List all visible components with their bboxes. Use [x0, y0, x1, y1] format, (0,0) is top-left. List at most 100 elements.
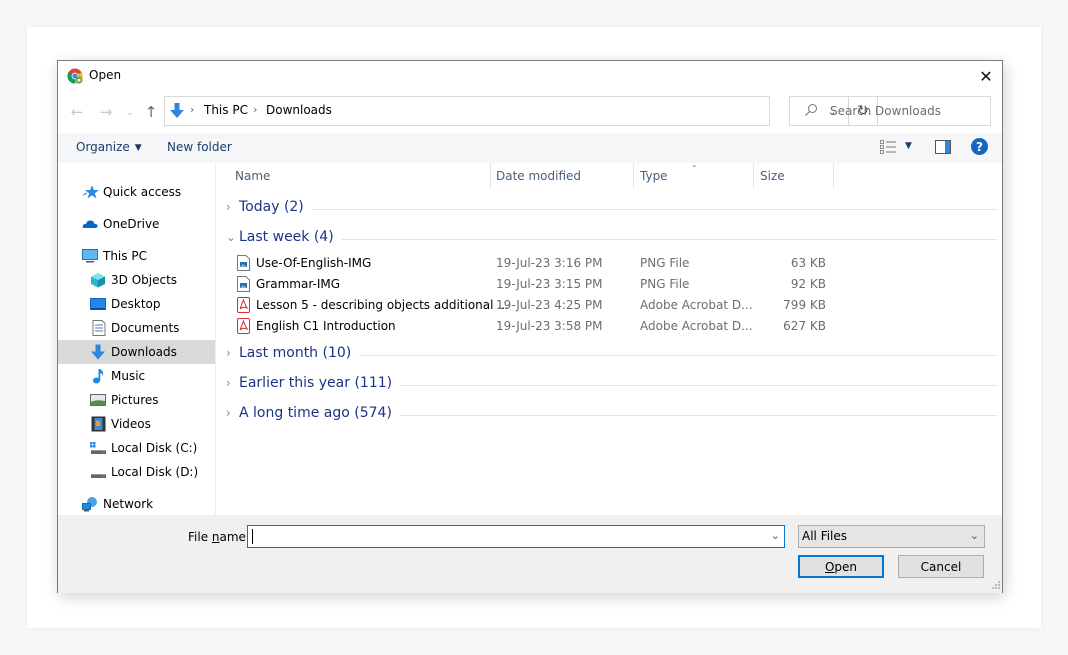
sidebar-item-onedrive[interactable]: OneDrive	[58, 212, 215, 236]
sidebar-item-pictures[interactable]: Pictures	[58, 388, 215, 412]
column-divider[interactable]	[633, 163, 634, 189]
view-options-caret-icon[interactable]: ▼	[905, 141, 912, 151]
organize-button[interactable]: Organize ▼	[76, 140, 142, 154]
command-bar: Organize ▼ New folder ▼ ?	[58, 133, 1002, 163]
column-header-size[interactable]: Size	[760, 169, 785, 195]
group-header-today[interactable]: › Today (2)	[217, 196, 997, 220]
sidebar-item-this-pc[interactable]: This PC	[58, 244, 215, 268]
recent-locations-button[interactable]: ⌄	[120, 102, 140, 122]
sidebar-item-network[interactable]: Network	[58, 492, 215, 516]
sidebar-label: Pictures	[111, 393, 159, 407]
sidebar-item-3d-objects[interactable]: 3D Objects	[58, 268, 215, 292]
group-header-long-time-ago[interactable]: › A long time ago (574)	[217, 402, 997, 426]
breadcrumb-this-pc[interactable]: This PC	[204, 103, 248, 117]
sidebar-label: Music	[111, 369, 146, 383]
column-header-name[interactable]: Name	[235, 169, 270, 195]
address-bar[interactable]: › This PC › Downloads ⌄ ↻	[164, 96, 878, 126]
sidebar-label: Local Disk (D:)	[111, 465, 199, 479]
sidebar-item-desktop[interactable]: Desktop	[58, 292, 215, 316]
star-icon	[83, 185, 99, 199]
group-divider	[239, 239, 997, 240]
column-divider[interactable]	[490, 163, 491, 189]
button-accelerator: O	[824, 559, 835, 574]
file-size: 799 KB	[783, 298, 826, 312]
column-divider[interactable]	[753, 163, 754, 189]
arrow-left-icon: ←	[70, 103, 84, 121]
file-row[interactable]: English C1 Introduction 19-Jul-23 3:58 P…	[217, 316, 997, 337]
column-header-type[interactable]: Type	[640, 169, 668, 195]
column-header-date-modified[interactable]: Date modified	[496, 169, 581, 195]
sidebar-item-documents[interactable]: Documents	[58, 316, 215, 340]
file-row[interactable]: Grammar-IMG 19-Jul-23 3:15 PM PNG File 9…	[217, 274, 997, 295]
open-file-dialog: Open ✕ ← → ⌄ ↑ › This PC › Downloads ⌄ ↻…	[57, 60, 1003, 593]
preview-pane-icon[interactable]	[935, 140, 951, 154]
file-row[interactable]: Use-Of-English-IMG 19-Jul-23 3:16 PM PNG…	[217, 253, 997, 274]
file-type: Adobe Acrobat D...	[640, 298, 753, 312]
group-label: A long time ago (574)	[239, 405, 400, 421]
sidebar-label: OneDrive	[103, 217, 160, 231]
sidebar-label: Quick access	[103, 185, 182, 199]
navigation-pane: Quick access OneDrive This PC 3D Objects…	[58, 163, 216, 515]
view-options-icon[interactable]	[880, 140, 896, 154]
group-label: Last week (4)	[239, 229, 342, 245]
new-folder-button[interactable]: New folder	[167, 140, 232, 154]
sidebar-item-local-disk-d[interactable]: Local Disk (D:)	[58, 460, 215, 484]
sidebar-label: Downloads	[111, 345, 177, 359]
sidebar-label: Network	[103, 497, 154, 511]
column-headers: Name Date modified ⌄ Type Size	[217, 160, 997, 195]
drive-c-icon	[90, 442, 106, 454]
image-file-icon	[237, 276, 250, 292]
music-icon	[93, 369, 104, 384]
sort-indicator-icon: ⌄	[691, 160, 698, 169]
file-date: 19-Jul-23 3:58 PM	[496, 319, 603, 333]
back-button[interactable]: ←	[67, 102, 87, 122]
pictures-icon	[90, 394, 106, 406]
close-button[interactable]: ✕	[970, 61, 1002, 91]
videos-icon	[91, 416, 106, 432]
file-type-filter[interactable]: All Files ⌄	[798, 525, 985, 548]
sidebar-item-local-disk-c[interactable]: Local Disk (C:)	[58, 436, 215, 460]
download-icon	[170, 103, 184, 118]
chevron-down-icon[interactable]: ⌄	[771, 529, 780, 542]
group-header-last-week[interactable]: ⌄ Last week (4)	[217, 226, 997, 250]
chevron-down-icon: ⌄	[969, 529, 979, 542]
column-divider[interactable]	[833, 163, 834, 189]
group-header-earlier-this-year[interactable]: › Earlier this year (111)	[217, 372, 997, 396]
chevron-down-icon: ⌄	[125, 106, 135, 118]
label-accelerator: n	[211, 530, 220, 544]
organize-label: Organize	[76, 140, 130, 154]
forward-button[interactable]: →	[96, 102, 116, 122]
help-icon[interactable]: ?	[971, 138, 988, 155]
dialog-footer: File name: ⌄ All Files ⌄ Open Cancel	[58, 515, 1002, 593]
breadcrumb-downloads[interactable]: Downloads	[266, 103, 332, 117]
group-label: Earlier this year (111)	[239, 375, 401, 391]
arrow-up-icon: ↑	[144, 103, 158, 121]
search-placeholder: Search Downloads	[830, 104, 941, 118]
sidebar-item-downloads[interactable]: Downloads	[58, 340, 215, 364]
sidebar-item-music[interactable]: Music	[58, 364, 215, 388]
cancel-button[interactable]: Cancel	[898, 555, 984, 578]
file-size: 627 KB	[783, 319, 826, 333]
file-type: PNG File	[640, 256, 690, 270]
navigation-bar: ← → ⌄ ↑ › This PC › Downloads ⌄ ↻ Search…	[58, 91, 1002, 133]
chevron-right-icon: ›	[226, 200, 231, 214]
document-icon	[92, 320, 106, 336]
sidebar-item-quick-access[interactable]: Quick access	[58, 180, 215, 204]
chevron-right-icon: ›	[226, 346, 231, 360]
chrome-icon	[67, 68, 83, 84]
sidebar-item-videos[interactable]: Videos	[58, 412, 215, 436]
label-part: ame:	[219, 530, 250, 544]
group-header-last-month[interactable]: › Last month (10)	[217, 342, 997, 366]
resize-grip-icon[interactable]	[990, 581, 1000, 591]
desktop-icon	[90, 298, 106, 310]
chevron-down-icon: ⌄	[226, 230, 237, 244]
open-button[interactable]: Open	[798, 555, 884, 578]
pdf-file-icon	[237, 297, 250, 313]
file-name: Grammar-IMG	[256, 277, 341, 291]
file-name-input[interactable]: ⌄	[247, 525, 785, 548]
file-row[interactable]: Lesson 5 - describing objects additional…	[217, 295, 997, 316]
search-box[interactable]: Search Downloads	[789, 96, 991, 126]
file-date: 19-Jul-23 3:16 PM	[496, 256, 603, 270]
up-button[interactable]: ↑	[141, 102, 161, 122]
file-name: Use-Of-English-IMG	[256, 256, 372, 270]
